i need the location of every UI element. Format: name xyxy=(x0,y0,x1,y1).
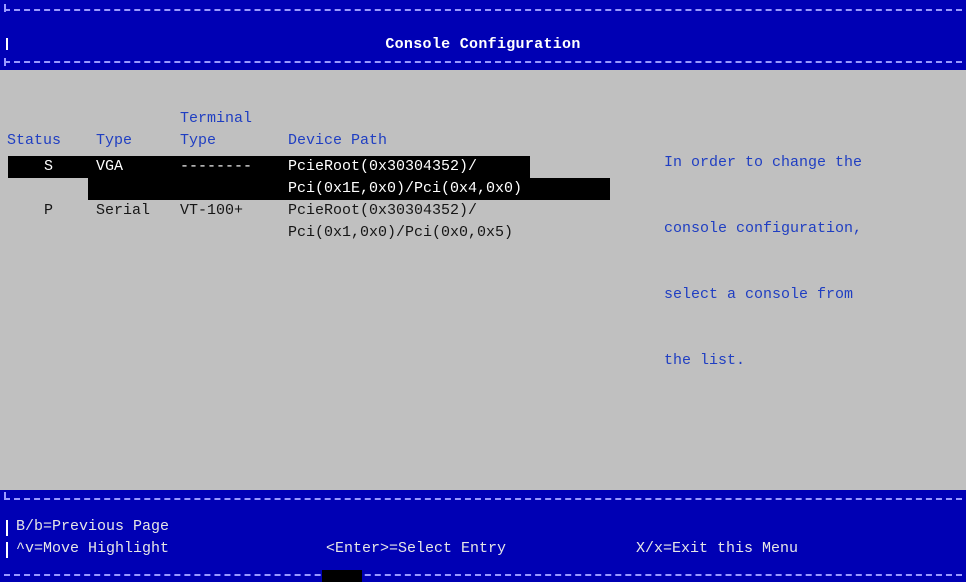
frame-border-bottom xyxy=(4,574,962,576)
console-configuration-screen: Console Configuration Status Type Termin… xyxy=(0,0,966,582)
title-bar: Console Configuration xyxy=(0,0,966,70)
key-hint-exit-menu: X/x=Exit this Menu xyxy=(636,540,799,557)
console-device-path: Pci(0x1,0x0)/Pci(0x0,0x5) xyxy=(288,224,514,241)
page-title: Console Configuration xyxy=(385,36,581,53)
frame-gap xyxy=(322,570,362,582)
frame-border-top xyxy=(4,498,962,500)
console-device-path: Pci(0x1E,0x0)/Pci(0x4,0x0) xyxy=(288,180,523,197)
console-terminal-type: -------- xyxy=(180,158,253,175)
console-terminal-type: VT-100+ xyxy=(180,202,244,219)
console-status: P xyxy=(44,202,54,219)
key-hint-move-highlight: ^v=Move Highlight xyxy=(16,540,170,557)
console-type: Serial xyxy=(96,202,151,219)
column-header-terminal-type: Type xyxy=(180,132,217,149)
frame-border-top xyxy=(4,9,962,11)
column-header-status: Status xyxy=(7,132,62,149)
key-hint-select-entry: <Enter>=Select Entry xyxy=(326,540,507,557)
frame-side xyxy=(6,542,8,558)
console-device-path: PcieRoot(0x30304352)/ xyxy=(288,158,478,175)
column-header-terminal-type: Terminal xyxy=(180,110,253,127)
console-status: S xyxy=(44,158,54,175)
console-type: VGA xyxy=(96,158,124,175)
column-header-device-path: Device Path xyxy=(288,132,388,149)
help-line: the list. xyxy=(664,352,746,369)
help-text: In order to change the console configura… xyxy=(664,108,862,416)
key-hint-previous-page: B/b=Previous Page xyxy=(16,518,170,535)
help-line: In order to change the xyxy=(664,154,863,171)
frame-side xyxy=(6,520,8,536)
key-help-bar: B/b=Previous Page ^v=Move Highlight <Ent… xyxy=(0,490,966,582)
frame-border-bottom xyxy=(4,61,962,63)
help-line: select a console from xyxy=(664,286,854,303)
column-header-type: Type xyxy=(96,132,133,149)
help-line: console configuration, xyxy=(664,220,863,237)
console-device-path: PcieRoot(0x30304352)/ xyxy=(288,202,478,219)
